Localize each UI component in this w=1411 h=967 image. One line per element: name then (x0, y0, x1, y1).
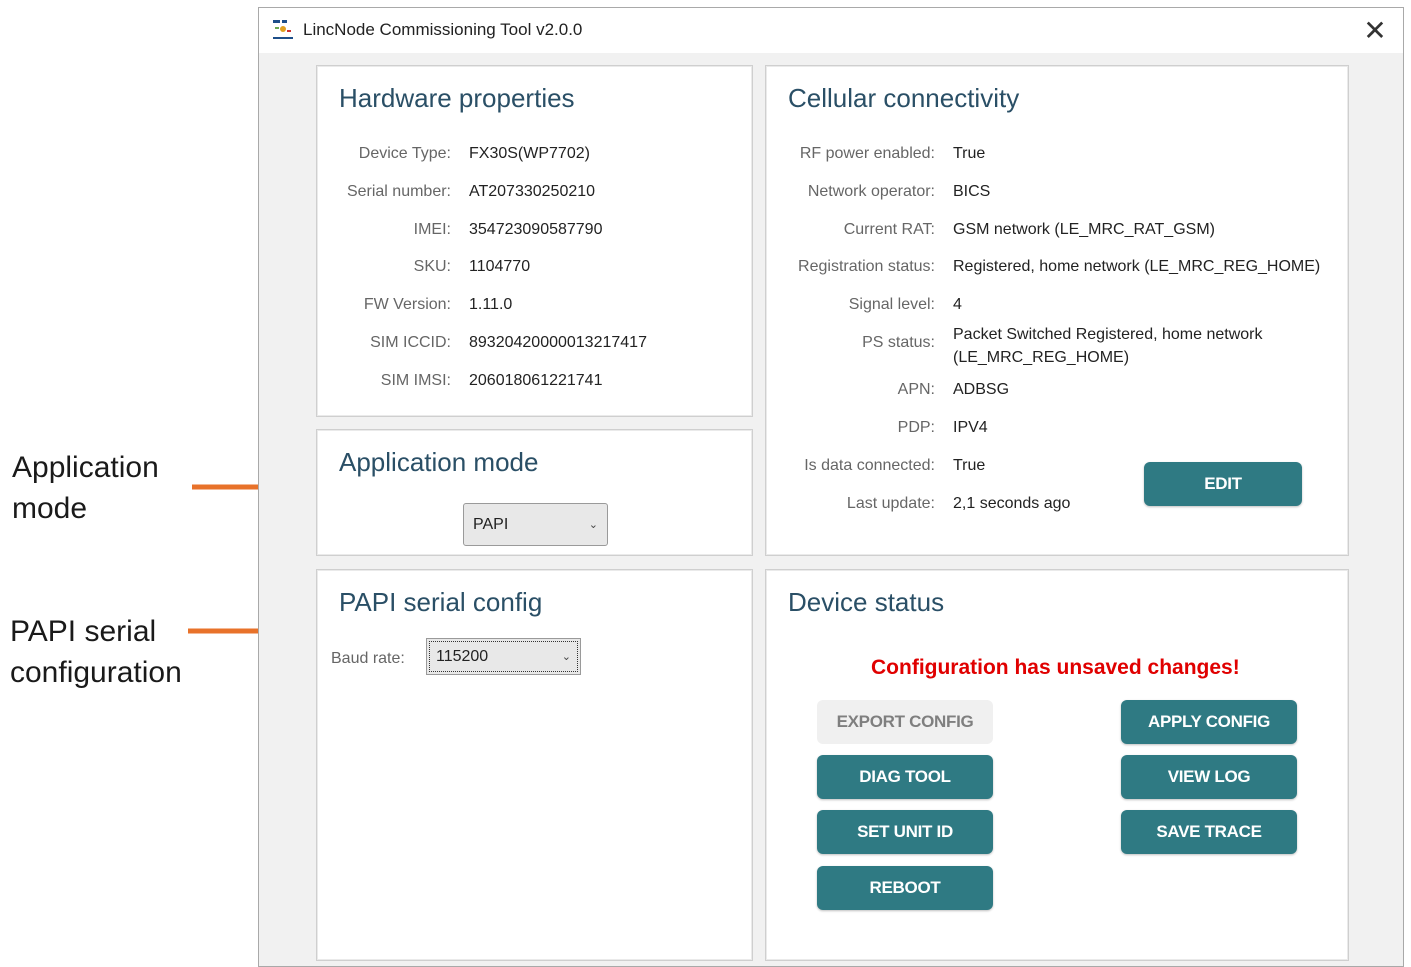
property-value: GSM network (LE_MRC_RAT_GSM) (953, 221, 1215, 238)
property-value: True (953, 145, 986, 162)
property-row: RF power enabled: True (766, 143, 1348, 165)
property-value: 2,1 seconds ago (953, 495, 1071, 512)
cellular-connectivity-panel: Cellular connectivity RF power enabled: T… (765, 65, 1349, 556)
property-label: PDP: (897, 419, 935, 436)
panel-title: PAPI serial config (339, 587, 543, 617)
app-window: LincNode Commissioning Tool v2.0.0 ✕ Har… (258, 7, 1404, 967)
property-value: 89320420000013217417 (469, 334, 647, 351)
property-row: FW Version: 1.11.0 (317, 294, 752, 316)
property-label: IMEI: (413, 221, 451, 238)
baud-rate-select[interactable]: 115200 ⌄ (426, 638, 581, 675)
property-value: Registered, home network (LE_MRC_REG_HOM… (953, 258, 1321, 275)
property-label: Last update: (846, 495, 935, 512)
save-trace-button[interactable]: SAVE TRACE (1121, 810, 1297, 854)
close-icon[interactable]: ✕ (1357, 13, 1393, 49)
callout-papi-serial: PAPI serial configuration (10, 611, 182, 693)
property-row: IMEI: 354723090587790 (317, 219, 752, 241)
selected-value: 115200 (436, 647, 489, 665)
diag-tool-button[interactable]: DIAG TOOL (817, 755, 993, 799)
property-value: FX30S(WP7702) (469, 145, 590, 162)
export-config-button[interactable]: EXPORT CONFIG (817, 700, 993, 744)
property-label: PS status: (862, 334, 935, 351)
property-label: Is data connected: (804, 457, 935, 474)
property-row: Network operator: BICS (766, 181, 1348, 203)
application-mode-panel: Application mode PAPI ⌄ (316, 429, 753, 556)
property-label: SIM IMSI: (380, 372, 451, 389)
property-label: Signal level: (848, 296, 935, 313)
property-value-line-2: (LE_MRC_REG_HOME) (953, 349, 1130, 366)
chevron-down-icon: ⌄ (561, 650, 571, 663)
property-row: SIM ICCID: 89320420000013217417 (317, 332, 752, 354)
property-row: Signal level: 4 (766, 294, 1348, 316)
callout-line-2: configuration (10, 656, 182, 689)
property-row: APN: ADBSG (766, 379, 1348, 401)
property-value: 206018061221741 (469, 372, 603, 389)
panel-title: Cellular connectivity (788, 83, 1020, 113)
panel-title: Hardware properties (339, 83, 575, 113)
property-row: PS status: Packet Switched Registered, ho… (766, 326, 1348, 366)
property-value: 1104770 (469, 258, 531, 275)
property-value: BICS (953, 183, 991, 200)
property-label: Network operator: (807, 183, 935, 200)
property-value: Packet Switched Registered, home network (953, 326, 1263, 343)
property-label: Device Type: (358, 145, 451, 162)
edit-button[interactable]: EDIT (1144, 462, 1302, 506)
device-status-panel: Device status Configuration has unsaved … (765, 569, 1349, 961)
apply-config-button[interactable]: APPLY CONFIG (1121, 700, 1297, 744)
property-value: 354723090587790 (469, 221, 603, 238)
property-label: APN: (897, 381, 935, 398)
chevron-down-icon: ⌄ (588, 518, 598, 531)
panel-title: Application mode (339, 447, 539, 477)
callout-line-2: mode (12, 492, 88, 525)
papi-serial-config-panel: PAPI serial config Baud rate: 115200 ⌄ (316, 569, 753, 961)
property-label: SIM ICCID: (370, 334, 451, 351)
property-label: SKU: (413, 258, 451, 275)
selected-value: PAPI (473, 515, 509, 533)
property-row: PDP: IPV4 (766, 417, 1348, 439)
property-row: SKU: 1104770 (317, 256, 752, 278)
property-value: 1.11.0 (469, 296, 513, 313)
property-label: Current RAT: (843, 221, 935, 238)
panel-title: Device status (788, 587, 945, 617)
property-value: True (953, 457, 986, 474)
property-row: Serial number: AT207330250210 (317, 181, 752, 203)
property-row: Device Type: FX30S(WP7702) (317, 143, 752, 165)
baud-rate-label: Baud rate: (331, 650, 405, 667)
property-label: Registration status: (798, 258, 935, 275)
property-value: IPV4 (953, 419, 988, 436)
title-bar: LincNode Commissioning Tool v2.0.0 ✕ (259, 8, 1403, 53)
property-label: FW Version: (363, 296, 451, 313)
hardware-properties-panel: Hardware properties Device Type: FX30S(WP… (316, 65, 753, 417)
application-mode-select[interactable]: PAPI ⌄ (463, 503, 608, 546)
property-value: ADBSG (953, 381, 1010, 398)
window-title: LincNode Commissioning Tool v2.0.0 (303, 20, 583, 39)
property-row: Current RAT: GSM network (LE_MRC_RAT_GSM) (766, 219, 1348, 241)
property-label: Serial number: (346, 183, 451, 200)
property-value: 4 (953, 296, 962, 313)
property-label: RF power enabled: (799, 145, 935, 162)
property-row: Registration status: Registered, home net… (766, 256, 1348, 278)
callout-line-1: Application (12, 451, 159, 484)
property-row: SIM IMSI: 206018061221741 (317, 370, 752, 392)
set-unit-id-button[interactable]: SET UNIT ID (817, 810, 993, 854)
app-logo-icon (273, 20, 293, 39)
unsaved-changes-warning: Configuration has unsaved changes! (871, 656, 1240, 679)
reboot-button[interactable]: REBOOT (817, 866, 993, 910)
callout-application-mode: Application mode (12, 447, 159, 529)
view-log-button[interactable]: VIEW LOG (1121, 755, 1297, 799)
property-value: AT207330250210 (469, 183, 596, 200)
callout-line-1: PAPI serial (10, 615, 157, 648)
